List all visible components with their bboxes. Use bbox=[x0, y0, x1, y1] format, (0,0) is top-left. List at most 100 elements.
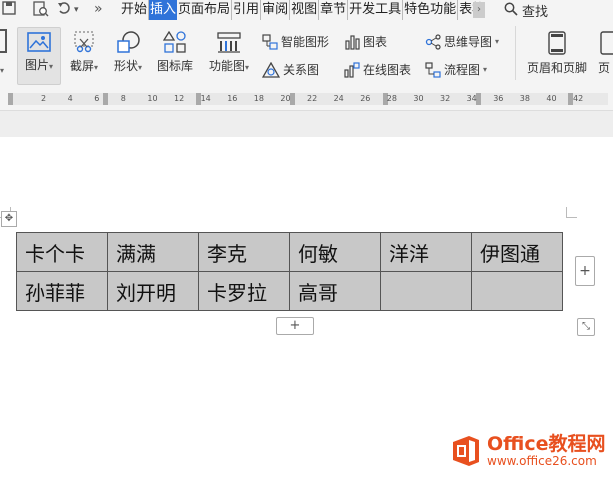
ruler-number: 6 bbox=[94, 94, 100, 103]
tab-section[interactable]: 章节 bbox=[319, 0, 349, 20]
header-footer-button[interactable]: 页眉和页脚 bbox=[521, 27, 593, 83]
relation-chart-button[interactable]: 关系图 bbox=[262, 61, 319, 78]
tab-review[interactable]: 审阅 bbox=[261, 0, 291, 20]
tab-references[interactable]: 引用 bbox=[232, 0, 262, 20]
add-row-button[interactable]: + bbox=[276, 317, 314, 335]
search-label: 查找 bbox=[522, 4, 549, 20]
smart-art-label: 智能图形 bbox=[281, 35, 330, 49]
picture-icon bbox=[27, 32, 51, 52]
screenshot-label: 截屏 bbox=[69, 59, 94, 73]
table-cell[interactable]: 洋洋 bbox=[380, 232, 472, 272]
mind-map-icon bbox=[425, 33, 441, 50]
table-cell[interactable] bbox=[380, 271, 472, 311]
ruler-number: 20 bbox=[280, 94, 291, 103]
ruler-number: 42 bbox=[573, 94, 584, 103]
ribbon-tabs: 开始 插入 页面布局 引用 审阅 视图 章节 开发工具 特色功能 表格 bbox=[120, 0, 486, 20]
smart-art-button[interactable]: 智能图形 bbox=[262, 33, 329, 50]
tab-special-features[interactable]: 特色功能 bbox=[403, 0, 459, 20]
ruler-number: 22 bbox=[307, 94, 318, 103]
next-ribbon-label: 页 bbox=[598, 61, 611, 75]
tabs-scroll-right-icon[interactable]: › bbox=[473, 2, 485, 18]
ribbon-separator bbox=[515, 26, 516, 80]
ruler-number: 4 bbox=[67, 94, 73, 103]
ruler-number: 28 bbox=[386, 94, 397, 103]
table-cell[interactable]: 卡个卡 bbox=[16, 232, 108, 272]
ruler-number: 10 bbox=[147, 94, 158, 103]
page-number-icon bbox=[600, 31, 613, 55]
table-cell[interactable] bbox=[471, 271, 563, 311]
function-chart-button[interactable]: 功能图▾ bbox=[204, 27, 254, 83]
mind-map-button[interactable]: 思维导图 ▾ bbox=[425, 33, 499, 50]
online-chart-label: 在线图表 bbox=[363, 63, 412, 77]
tab-home[interactable]: 开始 bbox=[120, 0, 150, 20]
ribbon-insert: ▾ 图片▾ 截屏▾ 形状▾ 图标库 功能图▾ 智能图形 图表 思维导图 ▾ 关系图… bbox=[0, 20, 613, 88]
flowchart-button[interactable]: 流程图 ▾ bbox=[425, 61, 487, 78]
icon-library-icon bbox=[163, 31, 186, 53]
tab-page-layout[interactable]: 页面布局 bbox=[177, 0, 233, 20]
table-resize-icon[interactable]: ⤡ bbox=[577, 318, 595, 336]
function-chart-icon bbox=[217, 32, 241, 53]
ruler-number: 12 bbox=[174, 94, 185, 103]
ruler-indent-marker[interactable] bbox=[8, 93, 13, 105]
watermark-brand: Office教程网 bbox=[487, 433, 606, 455]
ruler-number: 26 bbox=[360, 94, 371, 103]
relation-chart-label: 关系图 bbox=[283, 63, 320, 77]
tab-developer[interactable]: 开发工具 bbox=[348, 0, 404, 20]
table-icon-partial[interactable] bbox=[0, 29, 7, 53]
table-cell[interactable]: 何敏 bbox=[289, 232, 381, 272]
ruler-number: 30 bbox=[413, 94, 424, 103]
page-gap bbox=[0, 111, 613, 137]
watermark: Office教程网 www.office26.com bbox=[449, 434, 606, 468]
data-table: 卡个卡 满满 李克 何敏 洋洋 伊图通 孙菲菲 刘开明 卡罗拉 高哥 bbox=[16, 232, 563, 311]
ruler-strip[interactable]: 2 4 6 8 10 12 14 16 18 20 22 24 26 28 30 32 34 36 38 40 42 bbox=[8, 93, 608, 105]
header-footer-label: 页眉和页脚 bbox=[526, 61, 587, 75]
function-chart-label: 功能图 bbox=[208, 59, 245, 73]
chart-label: 图表 bbox=[363, 35, 388, 49]
online-chart-icon bbox=[344, 61, 360, 78]
icon-library-button[interactable]: 图标库 bbox=[153, 27, 197, 83]
table-cell[interactable]: 高哥 bbox=[289, 271, 381, 311]
scissors-icon bbox=[74, 31, 94, 53]
picture-button[interactable]: 图片▾ bbox=[17, 27, 61, 85]
search-icon bbox=[504, 1, 518, 20]
tab-view[interactable]: 视图 bbox=[290, 0, 320, 20]
page-corner-mark bbox=[566, 207, 577, 218]
ruler-number: 18 bbox=[253, 94, 264, 103]
table-move-handle-icon[interactable]: ✥ bbox=[1, 211, 17, 227]
ruler-number: 16 bbox=[227, 94, 238, 103]
ruler-number: 14 bbox=[200, 94, 211, 103]
ruler-column-marker[interactable] bbox=[103, 93, 108, 105]
shapes-icon bbox=[117, 31, 140, 53]
watermark-url: www.office26.com bbox=[487, 454, 597, 468]
save-icon[interactable] bbox=[2, 1, 16, 19]
screenshot-button[interactable]: 截屏▾ bbox=[64, 27, 104, 83]
picture-label: 图片 bbox=[24, 58, 49, 72]
online-chart-button[interactable]: 在线图表 bbox=[344, 61, 411, 78]
undo-dropdown-icon[interactable]: ▾ bbox=[74, 5, 79, 15]
menu-bar: ▾ » 开始 插入 页面布局 引用 审阅 视图 章节 开发工具 特色功能 表格 … bbox=[0, 0, 613, 20]
table-cell[interactable]: 孙菲菲 bbox=[16, 271, 108, 311]
table-cell[interactable]: 李克 bbox=[198, 232, 290, 272]
chart-button[interactable]: 图表 bbox=[344, 33, 387, 50]
shapes-label: 形状 bbox=[113, 59, 138, 73]
mind-map-label: 思维导图 bbox=[444, 35, 493, 49]
ruler-number: 36 bbox=[493, 94, 504, 103]
shapes-button[interactable]: 形状▾ bbox=[107, 27, 149, 83]
ruler-number: 40 bbox=[546, 94, 557, 103]
table-cell[interactable]: 伊图通 bbox=[471, 232, 563, 272]
table-cell[interactable]: 满满 bbox=[107, 232, 199, 272]
undo-icon[interactable] bbox=[57, 1, 71, 19]
more-quick-access-icon[interactable]: » bbox=[94, 1, 103, 17]
next-ribbon-button[interactable]: 页 bbox=[598, 27, 613, 83]
ruler-column-marker[interactable] bbox=[290, 93, 295, 105]
tab-insert[interactable]: 插入 bbox=[149, 0, 178, 20]
add-column-button[interactable]: + bbox=[575, 256, 595, 286]
table-cell[interactable]: 卡罗拉 bbox=[198, 271, 290, 311]
search-box[interactable]: 查找 bbox=[504, 0, 548, 20]
table-dropdown-icon[interactable]: ▾ bbox=[0, 66, 4, 75]
print-preview-icon[interactable] bbox=[33, 1, 49, 21]
flowchart-label: 流程图 bbox=[444, 63, 481, 77]
ruler-number: 38 bbox=[519, 94, 530, 103]
table-cell[interactable]: 刘开明 bbox=[107, 271, 199, 311]
horizontal-ruler: 2 4 6 8 10 12 14 16 18 20 22 24 26 28 30 32 34 36 38 40 42 bbox=[0, 88, 613, 111]
